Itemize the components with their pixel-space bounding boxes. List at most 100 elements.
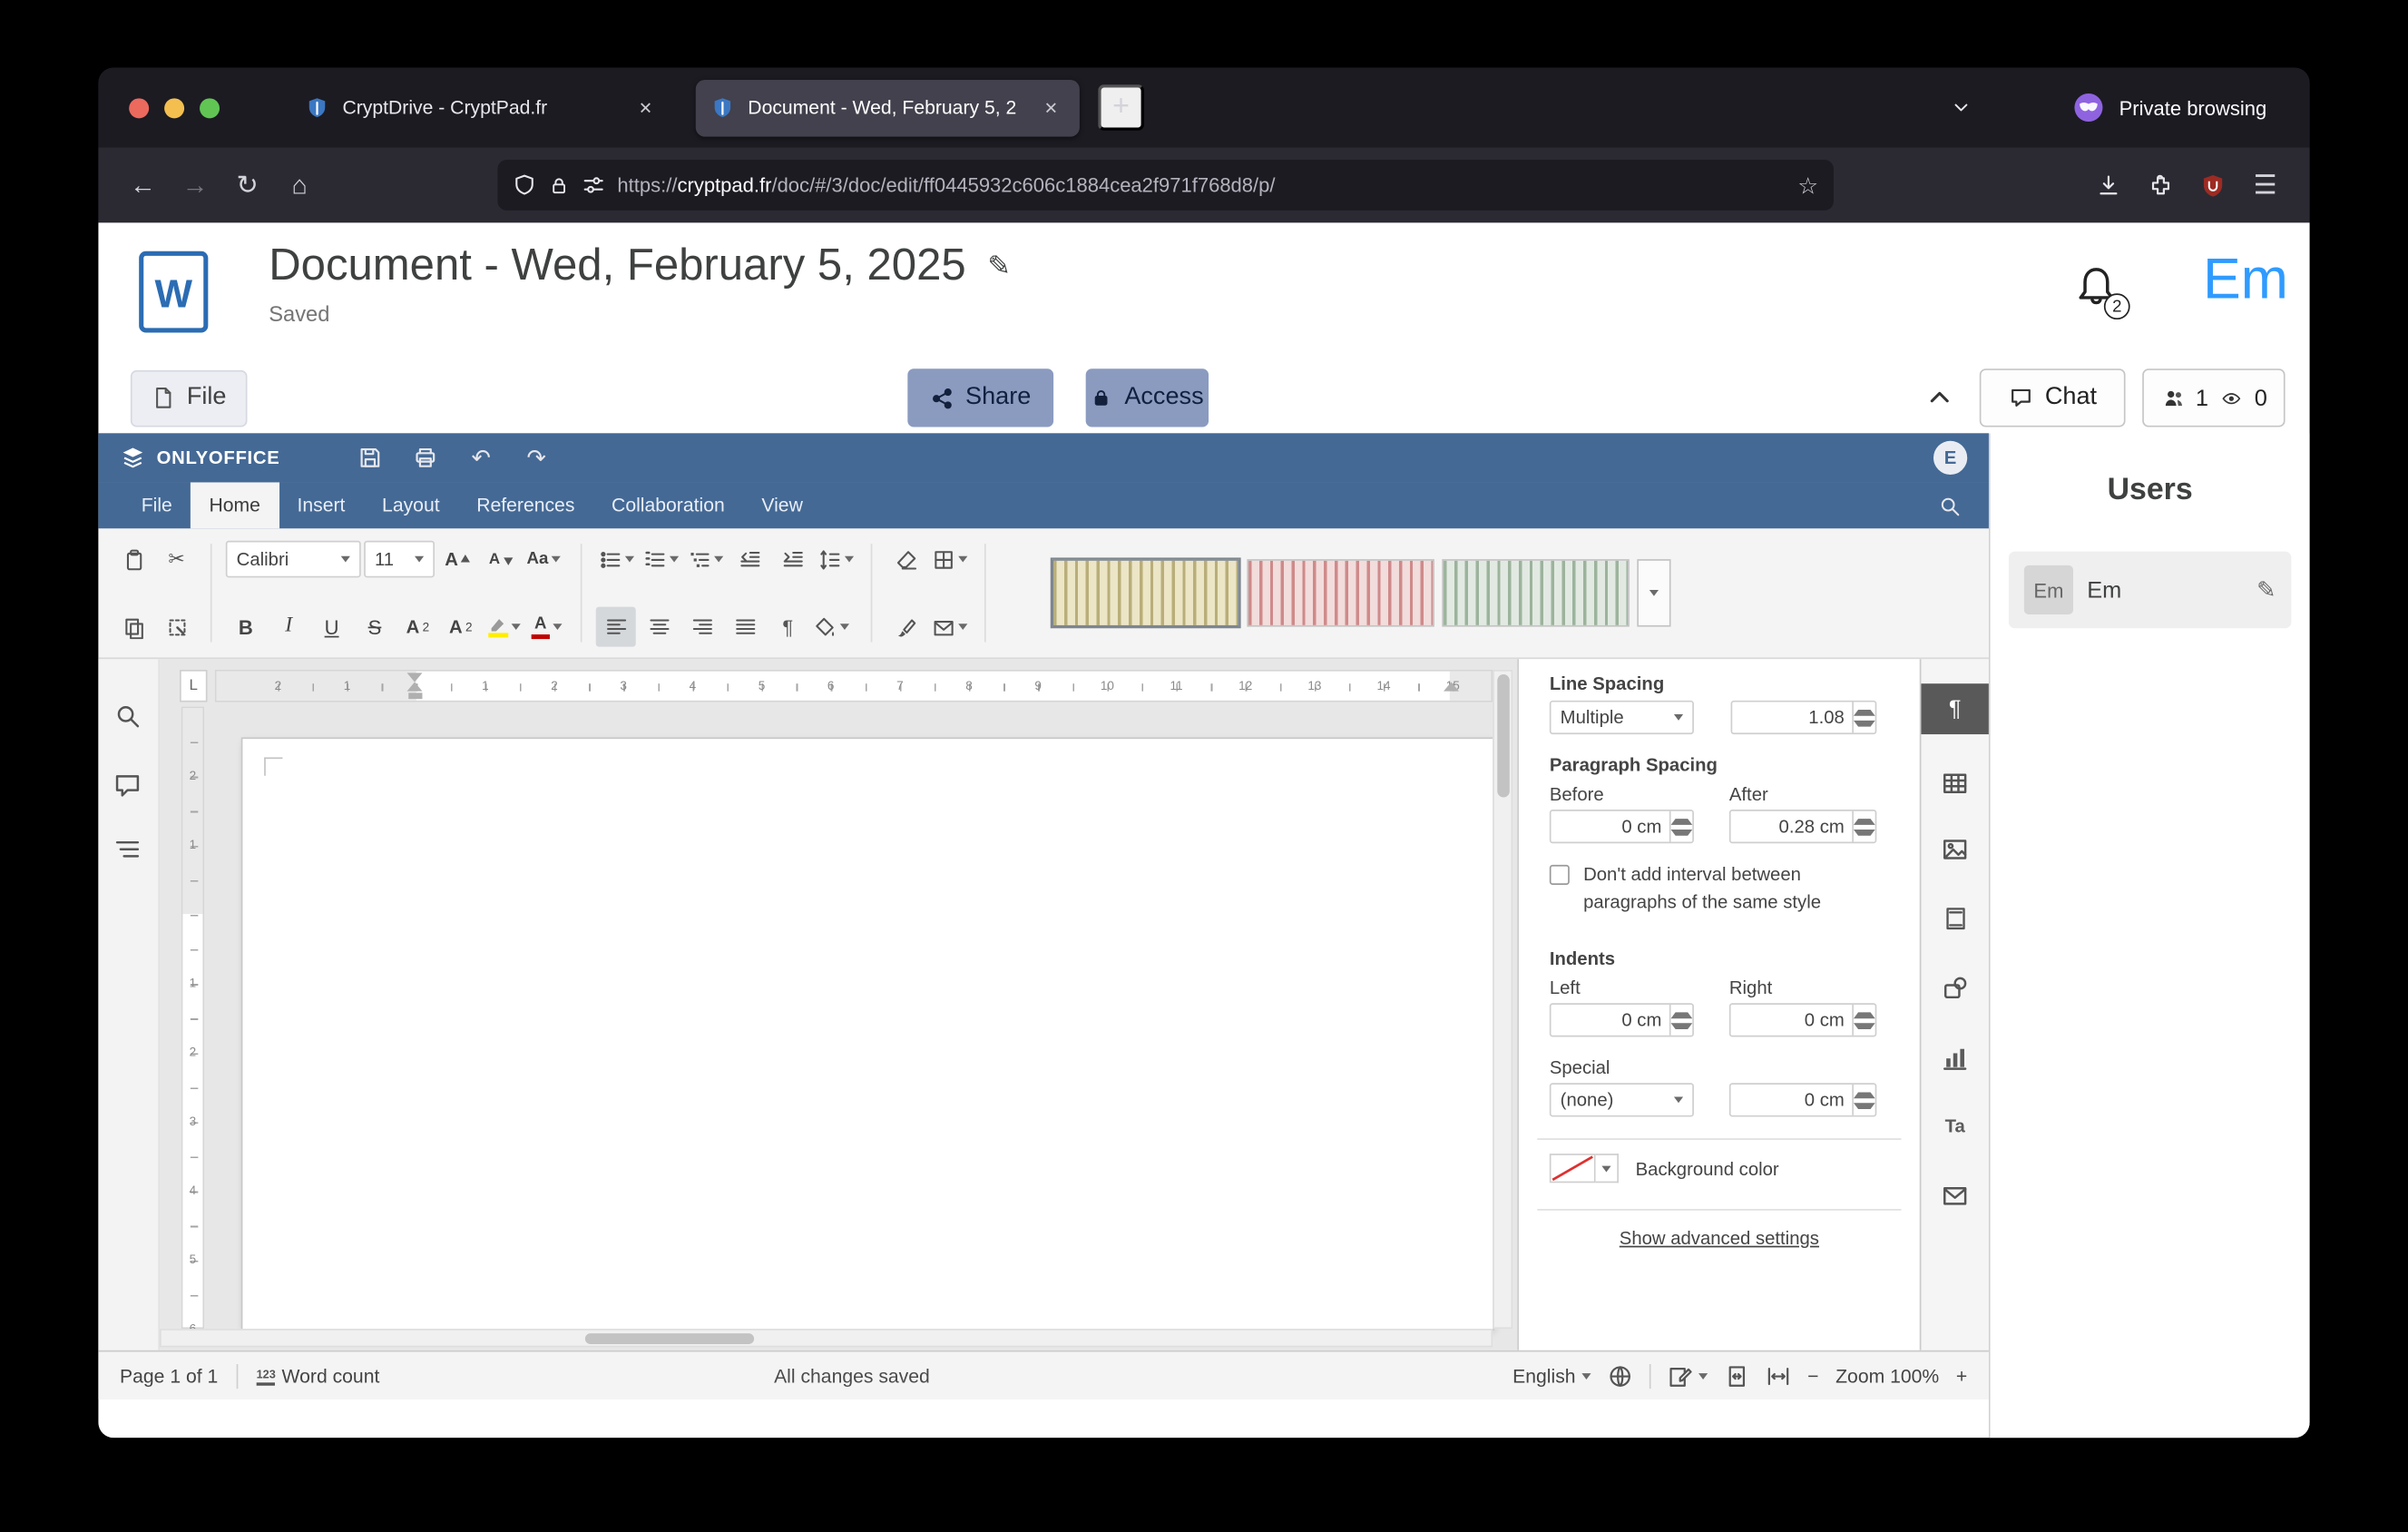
spinner-up-icon[interactable] (1854, 1005, 1875, 1020)
spinner-down-icon[interactable] (1671, 827, 1693, 842)
editor-user-badge[interactable]: E (1933, 441, 1967, 475)
menu-tab-view[interactable]: View (743, 482, 821, 528)
edit-title-pencil-icon[interactable]: ✎ (987, 250, 1011, 283)
editor-search-button[interactable] (1938, 482, 1989, 528)
right-indent-marker[interactable] (1444, 674, 1459, 692)
user-count-button[interactable]: 1 0 (2142, 368, 2285, 427)
spacing-after-spinner[interactable]: 0.28 cm (1729, 810, 1876, 843)
horizontal-ruler[interactable]: 12123456789101112131415 (215, 670, 1493, 702)
increase-indent-button[interactable] (772, 539, 812, 579)
borders-button[interactable] (929, 539, 971, 579)
font-name-select[interactable]: Calibri (226, 541, 361, 578)
multilevel-list-button[interactable] (685, 539, 727, 579)
show-advanced-settings-link[interactable]: Show advanced settings (1519, 1227, 1920, 1249)
bold-button[interactable]: B (226, 607, 266, 647)
permissions-sliders-icon[interactable] (582, 173, 604, 196)
save-button[interactable] (347, 437, 394, 477)
bookmark-star-icon[interactable]: ☆ (1797, 172, 1818, 199)
line-spacing-button[interactable] (816, 539, 857, 579)
increment-font-size-button[interactable]: A (437, 539, 477, 579)
change-case-button[interactable]: Aa (524, 539, 563, 579)
spinner-down-icon[interactable] (1854, 1100, 1875, 1115)
reload-button[interactable]: ↻ (221, 161, 274, 210)
zoom-window-button[interactable] (200, 97, 220, 117)
no-interval-checkbox[interactable] (1550, 865, 1570, 885)
tab-document[interactable]: Document - Wed, February 5, 2 ✕ (696, 79, 1080, 136)
background-color-swatch[interactable] (1550, 1154, 1596, 1183)
subscript-button[interactable]: A2 (441, 607, 481, 647)
highlight-color-button[interactable] (484, 607, 524, 647)
page-indicator[interactable]: Page 1 of 1 (120, 1365, 218, 1387)
strikethrough-button[interactable]: S (355, 607, 395, 647)
paste-button[interactable] (113, 539, 153, 579)
image-settings-icon[interactable] (1921, 823, 1988, 874)
mail-merge-button[interactable] (929, 607, 971, 647)
no-interval-label[interactable]: Don't add interval between paragraphs of… (1583, 860, 1878, 916)
styles-gallery-expand-button[interactable] (1637, 559, 1670, 626)
document-language-button[interactable]: English (1512, 1365, 1591, 1387)
tab-stop-selector[interactable]: L (180, 670, 207, 702)
special-indent-select[interactable]: (none) (1550, 1083, 1694, 1116)
spinner-up-icon[interactable] (1854, 702, 1875, 718)
clear-style-button[interactable] (886, 539, 926, 579)
vertical-scrollbar[interactable] (1493, 670, 1512, 1329)
paragraph-shading-button[interactable] (811, 607, 853, 647)
menu-tab-layout[interactable]: Layout (364, 482, 458, 528)
shape-settings-icon[interactable] (1921, 962, 1988, 1013)
user-list-item[interactable]: Em Em ✎ (2009, 552, 2291, 629)
indent-right-spinner[interactable]: 0 cm (1729, 1003, 1876, 1036)
zoom-out-button[interactable]: − (1807, 1365, 1818, 1387)
tracking-protection-shield-icon[interactable] (513, 173, 535, 196)
close-tab-icon[interactable]: ✕ (1038, 94, 1064, 121)
line-spacing-value-spinner[interactable]: 1.08 (1731, 701, 1877, 734)
horizontal-scrollbar[interactable] (160, 1329, 1493, 1347)
editing-mode-button[interactable] (1668, 1363, 1708, 1388)
scrollbar-thumb[interactable] (585, 1332, 754, 1343)
word-count-button[interactable]: 123Word count (257, 1365, 380, 1387)
comments-button[interactable] (113, 768, 147, 801)
vertical-ruler[interactable]: 12123456 (181, 707, 204, 1330)
font-size-select[interactable]: 11 (364, 541, 435, 578)
connection-lock-icon[interactable] (548, 174, 570, 196)
align-justify-button[interactable] (725, 607, 765, 647)
menu-tab-file[interactable]: File (122, 482, 191, 528)
spinner-up-icon[interactable] (1854, 811, 1875, 827)
special-indent-spinner[interactable]: 0 cm (1729, 1083, 1876, 1116)
zoom-level[interactable]: Zoom 100% (1835, 1365, 1939, 1387)
table-settings-icon[interactable] (1921, 757, 1988, 808)
spinner-up-icon[interactable] (1854, 1085, 1875, 1100)
close-window-button[interactable] (129, 97, 149, 117)
left-indent-marker[interactable] (408, 692, 422, 699)
spinner-up-icon[interactable] (1671, 811, 1693, 827)
document-title[interactable]: Document - Wed, February 5, 2025 (269, 241, 965, 292)
mail-merge-settings-icon[interactable] (1921, 1169, 1988, 1220)
list-all-tabs-chevron-icon[interactable] (1950, 97, 1972, 119)
copy-style-button[interactable] (886, 607, 926, 647)
document-page[interactable] (242, 739, 1493, 1329)
home-button[interactable]: ⌂ (273, 161, 326, 210)
fit-page-button[interactable] (1725, 1363, 1749, 1388)
redo-button[interactable]: ↷ (514, 437, 560, 477)
url-text[interactable]: https://cryptpad.fr/doc/#/3/doc/edit/ff0… (617, 173, 1785, 196)
spell-language-globe-icon[interactable] (1608, 1363, 1632, 1388)
edit-user-name-pencil-icon[interactable]: ✎ (2256, 576, 2276, 604)
underline-button[interactable]: U (312, 607, 352, 647)
spinner-down-icon[interactable] (1854, 1020, 1875, 1036)
app-menu-hamburger-icon[interactable]: ☰ (2239, 161, 2292, 210)
line-spacing-select[interactable]: Multiple (1550, 701, 1694, 734)
select-all-button[interactable] (157, 607, 197, 647)
url-bar[interactable]: https://cryptpad.fr/doc/#/3/doc/edit/ff0… (497, 160, 1834, 211)
notifications-bell-button[interactable]: 2 (2073, 262, 2119, 311)
style-preview-3[interactable] (1442, 559, 1629, 626)
fit-width-button[interactable] (1766, 1363, 1790, 1388)
paragraph-settings-icon[interactable]: ¶ (1921, 683, 1988, 734)
account-avatar[interactable]: Em (2203, 248, 2288, 312)
chat-button[interactable]: Chat (1980, 368, 2126, 427)
back-button[interactable]: ← (117, 161, 170, 210)
align-right-button[interactable] (682, 607, 722, 647)
file-menu-button[interactable]: File (131, 369, 248, 427)
extensions-puzzle-icon[interactable] (2135, 161, 2188, 210)
hanging-indent-marker[interactable] (407, 674, 423, 692)
decrease-indent-button[interactable] (729, 539, 769, 579)
new-tab-button[interactable]: + (1098, 84, 1144, 131)
